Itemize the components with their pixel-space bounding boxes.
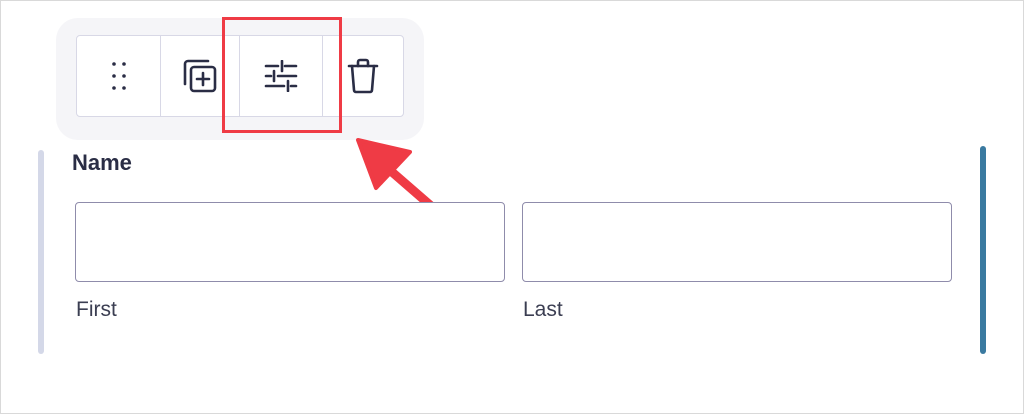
field-selected-rail <box>980 146 986 354</box>
drag-handle-button[interactable] <box>77 36 161 116</box>
last-name-sublabel: Last <box>523 298 563 321</box>
duplicate-icon <box>183 59 217 93</box>
sliders-icon <box>264 60 298 92</box>
last-name-input[interactable] <box>522 202 952 282</box>
trash-icon <box>347 58 379 94</box>
first-name-input[interactable] <box>75 202 505 282</box>
first-name-sublabel: First <box>76 298 117 321</box>
duplicate-button[interactable] <box>161 36 240 116</box>
field-toolbar <box>76 35 404 117</box>
drag-dots-icon <box>111 62 126 90</box>
field-settings-button[interactable] <box>240 36 323 116</box>
delete-button[interactable] <box>323 36 403 116</box>
field-left-rail <box>38 150 44 354</box>
name-field-label: Name <box>72 150 132 175</box>
